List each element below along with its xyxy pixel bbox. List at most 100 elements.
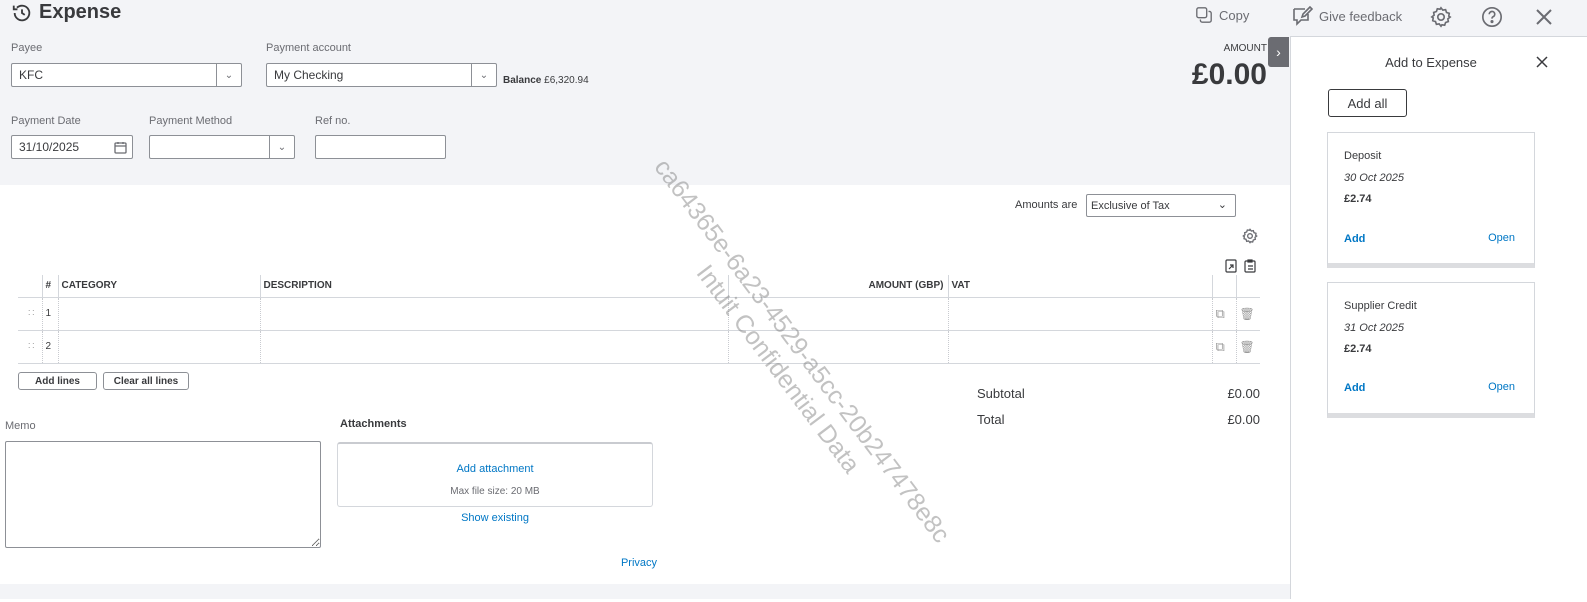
amounts-are-select[interactable]: Exclusive of Tax ⌄ — [1086, 194, 1236, 217]
memo-input[interactable] — [5, 441, 321, 548]
drag-handle-icon[interactable]: ∷ — [18, 297, 42, 331]
payment-date-value: 31/10/2025 — [19, 140, 80, 154]
chevron-down-icon[interactable]: ⌄ — [269, 136, 294, 158]
export-button[interactable] — [1225, 259, 1237, 276]
memo-label: Memo — [5, 420, 36, 432]
table-row[interactable]: ∷ 1 ⧉ 🗑 — [18, 297, 1260, 331]
balance: Balance £6,320.94 — [503, 75, 589, 86]
close-icon[interactable] — [1536, 56, 1548, 68]
amounts-are-label: Amounts are — [1015, 199, 1078, 211]
copy-button[interactable]: Copy — [1195, 6, 1249, 24]
vat-cell[interactable] — [947, 330, 1212, 364]
table-row[interactable]: ∷ 2 ⧉ 🗑 — [18, 330, 1260, 364]
drag-handle-icon[interactable]: ∷ — [18, 330, 42, 364]
row-number: 1 — [41, 297, 58, 331]
col-delete — [1235, 275, 1260, 298]
gear-icon — [1430, 6, 1452, 28]
balance-label: Balance — [503, 75, 542, 86]
category-cell[interactable] — [57, 297, 260, 331]
row-number: 2 — [41, 330, 58, 364]
add-attachment-link[interactable]: Add attachment — [338, 463, 652, 475]
delete-row-icon[interactable]: 🗑 — [1235, 330, 1260, 364]
copy-label: Copy — [1219, 7, 1250, 23]
payee-value: KFC — [19, 68, 43, 82]
col-number: # — [41, 275, 58, 298]
calendar-icon[interactable] — [114, 141, 127, 154]
ref-no-input[interactable] — [315, 135, 446, 159]
payment-account-label: Payment account — [266, 42, 351, 54]
delete-row-icon[interactable]: 🗑 — [1235, 297, 1260, 331]
amount-cell[interactable] — [727, 297, 948, 331]
card-date: 30 Oct 2025 — [1344, 172, 1404, 184]
copy-row-icon[interactable]: ⧉ — [1211, 330, 1236, 364]
chevron-down-icon[interactable]: ⌄ — [216, 64, 241, 86]
close-button[interactable] — [1535, 8, 1553, 29]
card-type: Supplier Credit — [1344, 300, 1417, 312]
description-cell[interactable] — [259, 330, 728, 364]
card-amount: £2.74 — [1344, 193, 1372, 205]
chevron-right-icon: › — [1276, 44, 1281, 60]
payment-method-select[interactable]: ⌄ — [149, 135, 295, 159]
gear-icon — [1242, 228, 1258, 244]
attachments-label: Attachments — [340, 418, 407, 430]
vat-cell[interactable] — [947, 297, 1212, 331]
total-value: £0.00 — [1227, 412, 1260, 427]
feedback-icon — [1293, 5, 1313, 26]
chevron-down-icon: ⌄ — [1217, 199, 1227, 211]
col-copy — [1211, 275, 1236, 298]
settings-button[interactable] — [1430, 6, 1452, 31]
subtotal-value: £0.00 — [1227, 386, 1260, 401]
balance-value: £6,320.94 — [544, 75, 589, 86]
card-date: 31 Oct 2025 — [1344, 322, 1404, 334]
card-open-link[interactable]: Open — [1488, 232, 1515, 244]
payment-date-input[interactable]: 31/10/2025 — [11, 135, 133, 159]
footer-bar — [0, 584, 1290, 599]
add-to-expense-panel: Add to Expense Add all Deposit 30 Oct 20… — [1290, 37, 1587, 599]
col-vat: VAT — [947, 275, 1212, 298]
watermark-text: Intuit Confidential Data — [690, 259, 866, 479]
show-existing-link[interactable]: Show existing — [337, 512, 653, 524]
feedback-label: Give feedback — [1319, 8, 1403, 24]
category-cell[interactable] — [57, 330, 260, 364]
clear-all-lines-button[interactable]: Clear all lines — [103, 372, 189, 390]
payee-select[interactable]: KFC ⌄ — [11, 63, 242, 87]
table-settings-button[interactable] — [1242, 228, 1258, 247]
card-type: Deposit — [1344, 150, 1382, 162]
paste-button[interactable] — [1244, 259, 1256, 276]
add-all-button[interactable]: Add all — [1328, 89, 1407, 117]
copy-row-icon[interactable]: ⧉ — [1211, 297, 1236, 331]
description-cell[interactable] — [259, 297, 728, 331]
chevron-down-icon[interactable]: ⌄ — [471, 64, 496, 86]
amount-total: £0.00 — [1191, 58, 1267, 91]
close-icon — [1536, 9, 1552, 25]
card-add-link[interactable]: Add — [1344, 382, 1365, 394]
ref-no-label: Ref no. — [315, 115, 351, 127]
page-title: Expense — [11, 1, 121, 24]
add-lines-button[interactable]: Add lines — [18, 372, 97, 390]
panel-title: Add to Expense — [1385, 55, 1477, 70]
clipboard-icon — [1244, 259, 1256, 273]
help-button[interactable] — [1481, 6, 1503, 31]
table-header: # CATEGORY DESCRIPTION AMOUNT (GBP) VAT — [18, 275, 1260, 298]
payment-method-label: Payment Method — [149, 115, 233, 127]
payee-label: Payee — [11, 42, 43, 54]
subtotal-label: Subtotal — [977, 386, 1025, 401]
attachment-dropzone[interactable]: Add attachment Max file size: 20 MB — [337, 442, 653, 507]
deposit-card: Deposit 30 Oct 2025 £2.74 Add Open — [1327, 132, 1535, 268]
supplier-credit-card: Supplier Credit 31 Oct 2025 £2.74 Add Op… — [1327, 282, 1535, 418]
line-items-table: # CATEGORY DESCRIPTION AMOUNT (GBP) VAT … — [18, 275, 1260, 364]
payment-account-value: My Checking — [274, 68, 344, 82]
total-label: Total — [977, 412, 1005, 427]
export-icon — [1225, 259, 1237, 273]
title-text: Expense — [39, 1, 122, 23]
card-amount: £2.74 — [1344, 343, 1372, 355]
collapse-panel-button[interactable]: › — [1268, 37, 1289, 67]
give-feedback-button[interactable]: Give feedback — [1291, 5, 1402, 27]
card-add-link[interactable]: Add — [1344, 233, 1365, 245]
card-open-link[interactable]: Open — [1488, 381, 1515, 393]
amount-cell[interactable] — [727, 330, 948, 364]
copy-icon — [1196, 7, 1212, 23]
payment-account-select[interactable]: My Checking ⌄ — [266, 63, 497, 87]
help-icon — [1482, 7, 1502, 27]
privacy-link[interactable]: Privacy — [580, 557, 698, 569]
